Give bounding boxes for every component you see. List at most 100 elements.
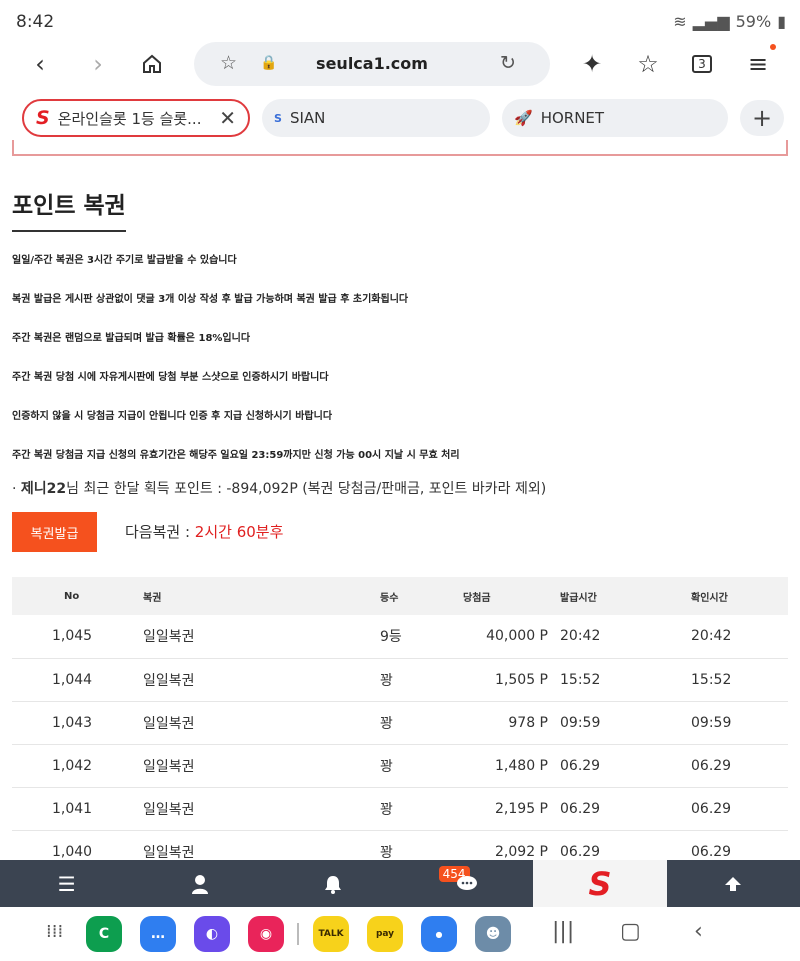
- cell-no: 1,044: [12, 658, 143, 702]
- cell-lottery: 일일복권: [143, 658, 320, 702]
- tab-label: 온라인슬롯 1등 슬롯...: [57, 109, 202, 128]
- notice-line: 주간 복권 당첨금 지급 신청의 유효기간은 해당주 일요일 23:59까지만 …: [12, 450, 460, 461]
- menu-notification-dot: [770, 44, 776, 50]
- menu-icon[interactable]: ≡: [742, 48, 774, 80]
- cell-checked-time: 06.29: [691, 830, 788, 860]
- plus-icon[interactable]: +: [740, 100, 784, 136]
- bullet: ·: [12, 481, 17, 497]
- kakaopay-app-icon[interactable]: pay: [367, 916, 403, 952]
- cell-prize: 2,092 P: [451, 830, 560, 860]
- address-bar-row: ‹ › ☆ 🔒 seulca1.com ↻ ✦ ☆ 3 ≡: [0, 40, 800, 88]
- cell-checked-time: 09:59: [691, 701, 788, 745]
- top-banner-box: [12, 140, 788, 156]
- url-bar[interactable]: ☆ 🔒 seulca1.com ↻: [194, 42, 550, 86]
- notice-line: 주간 복권 당첨 시에 자유게시판에 당첨 부분 스샷으로 인증하시기 바랍니다: [12, 372, 329, 383]
- table-header-row: No 복권 등수 당첨금 발급시간 확인시간: [12, 577, 788, 615]
- system-nav-bar: ⁞⁞⁞ C … ◐ ◉ TALK pay ● ☻ ||| ▢ ‹: [0, 907, 800, 961]
- sian-icon: S: [274, 111, 282, 125]
- tab-strip: S 온라인슬롯 1등 슬롯... ✕ S SIAN 🚀 HORNET +: [0, 96, 800, 140]
- cell-issued-time: 09:59: [560, 701, 691, 745]
- cell-lottery: 일일복권: [143, 615, 320, 659]
- site-logo-icon: S: [36, 107, 50, 129]
- issue-lottery-button[interactable]: 복권발급: [12, 512, 97, 552]
- battery-level: 59%: [735, 12, 772, 31]
- col-lottery: 복권: [143, 577, 320, 615]
- reload-icon[interactable]: ↻: [500, 52, 516, 74]
- hamburger-icon[interactable]: ☰: [0, 860, 133, 907]
- tab-label: HORNET: [540, 109, 605, 127]
- bookmark-icon[interactable]: ☆: [632, 48, 664, 80]
- status-bar: 8:42 ≋ ▂▄▆ 59% ▮: [0, 0, 800, 40]
- arrow-up-icon[interactable]: [667, 860, 800, 907]
- cell-no: 1,045: [12, 615, 143, 659]
- cell-prize: 40,000 P: [451, 615, 560, 659]
- cell-rank: 꽝: [320, 744, 451, 788]
- dock-divider: [297, 923, 299, 945]
- cell-checked-time: 06.29: [691, 787, 788, 831]
- url-text: seulca1.com: [316, 54, 428, 73]
- cell-prize: 1,480 P: [451, 744, 560, 788]
- username: 제니22: [20, 481, 67, 497]
- cell-no: 1,040: [12, 830, 143, 860]
- status-time: 8:42: [16, 12, 55, 32]
- page-content: 포인트 복권 일일/주간 복권은 3시간 주기로 발급받을 수 있습니다 복권 …: [0, 140, 800, 860]
- cell-prize: 978 P: [451, 701, 560, 745]
- user-icon[interactable]: [133, 860, 266, 907]
- battery-icon: ▮: [777, 12, 786, 31]
- chat-icon[interactable]: [400, 860, 533, 907]
- kakaotalk-app-icon[interactable]: TALK: [313, 916, 349, 952]
- dex-app-icon[interactable]: ●: [421, 916, 457, 952]
- next-lottery-label: 다음복권 :: [125, 523, 195, 541]
- hornet-icon: 🚀: [514, 109, 533, 127]
- recent-apps-icon[interactable]: |||: [552, 919, 574, 944]
- lottery-table: No 복권 등수 당첨금 발급시간 확인시간 1,045 일일복권 9등 40,…: [12, 577, 788, 860]
- cell-issued-time: 06.29: [560, 830, 691, 860]
- status-icons: ≋ ▂▄▆ 59% ▮: [673, 12, 786, 31]
- home-button-icon[interactable]: ▢: [620, 919, 641, 944]
- cell-rank: 꽝: [320, 830, 451, 860]
- forward-icon[interactable]: ›: [82, 48, 114, 80]
- wifi-icon: ≋: [673, 12, 687, 31]
- col-issued-time: 발급시간: [560, 577, 691, 615]
- tabs-icon[interactable]: 3: [686, 48, 718, 80]
- cell-no: 1,041: [12, 787, 143, 831]
- app-drawer-icon[interactable]: ⁞⁞⁞: [46, 921, 63, 942]
- notice-line: 일일/주간 복권은 3시간 주기로 발급받을 수 있습니다: [12, 255, 237, 266]
- tab-active[interactable]: S 온라인슬롯 1등 슬롯... ✕: [22, 99, 250, 137]
- cell-checked-time: 15:52: [691, 658, 788, 702]
- close-icon[interactable]: ✕: [219, 106, 236, 130]
- points-summary: · 제니22님 최근 한달 획득 포인트 : -894,092P (복권 당첨금…: [12, 478, 546, 498]
- cell-no: 1,043: [12, 701, 143, 745]
- next-lottery-time: 2시간 60분후: [194, 523, 284, 541]
- system-back-icon[interactable]: ‹: [694, 919, 703, 944]
- cell-rank: 꽝: [320, 658, 451, 702]
- game-app-icon[interactable]: ☻: [475, 916, 511, 952]
- site-bottom-nav: ☰ 454 S: [0, 860, 800, 907]
- sparkle-icon[interactable]: ✦: [576, 48, 608, 80]
- next-lottery: 다음복권 : 2시간 60분후: [125, 521, 283, 542]
- cell-rank: 꽝: [320, 701, 451, 745]
- cell-checked-time: 06.29: [691, 744, 788, 788]
- cell-prize: 2,195 P: [451, 787, 560, 831]
- cell-issued-time: 20:42: [560, 615, 691, 659]
- table-row: 1,045 일일복권 9등 40,000 P 20:42 20:42: [12, 615, 788, 659]
- table-row: 1,044 일일복권 꽝 1,505 P 15:52 15:52: [12, 658, 788, 702]
- internet-app-icon[interactable]: ◐: [194, 916, 230, 952]
- tabs-count: 3: [692, 55, 712, 73]
- tab-hornet[interactable]: 🚀 HORNET: [502, 99, 728, 137]
- camera-app-icon[interactable]: ◉: [248, 916, 284, 952]
- cell-issued-time: 06.29: [560, 787, 691, 831]
- notice-line: 인증하지 않을 시 당첨금 지급이 안됩니다 인증 후 지급 신청하시기 바랍니…: [12, 411, 333, 422]
- tab-sian[interactable]: S SIAN: [262, 99, 490, 137]
- home-icon[interactable]: [136, 48, 168, 80]
- bell-icon[interactable]: 454: [267, 860, 470, 907]
- back-icon[interactable]: ‹: [24, 48, 56, 80]
- col-rank: 등수: [320, 577, 451, 615]
- table-row: 1,042 일일복권 꽝 1,480 P 06.29 06.29: [12, 744, 788, 788]
- messages-app-icon[interactable]: …: [140, 916, 176, 952]
- phone-app-icon[interactable]: C: [86, 916, 122, 952]
- table-row: 1,041 일일복권 꽝 2,195 P 06.29 06.29: [12, 787, 788, 831]
- tab-label: SIAN: [289, 109, 326, 127]
- cell-lottery: 일일복권: [143, 701, 320, 745]
- site-logo-button[interactable]: S: [533, 860, 667, 907]
